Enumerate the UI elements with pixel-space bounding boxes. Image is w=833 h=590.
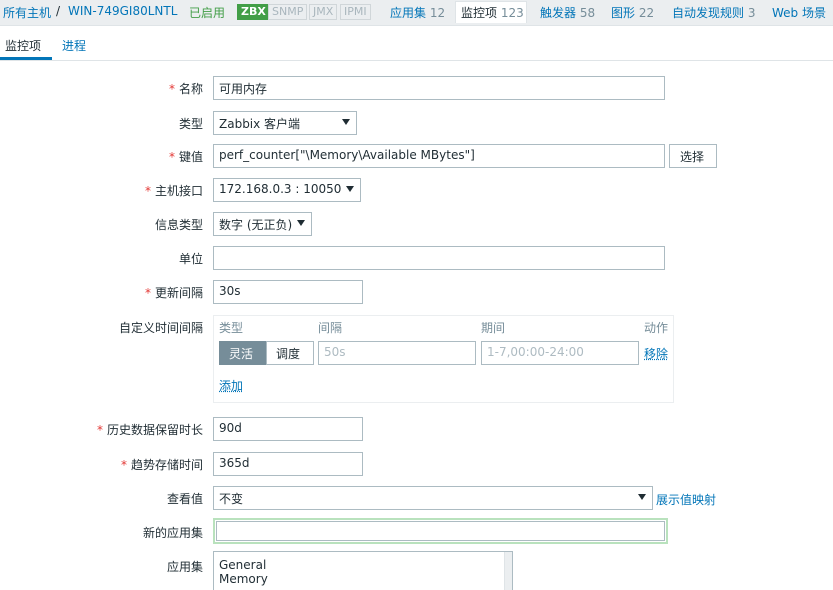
- host-navigation-bar: 所有主机 / WIN-749GI80LNTL 已启用 ZBX SNMP JMX …: [0, 0, 833, 26]
- chevron-down-icon: [638, 494, 646, 500]
- nav-applications[interactable]: 应用集 12: [390, 4, 445, 21]
- custom-interval-input[interactable]: 50s: [318, 341, 476, 365]
- tab-process[interactable]: 进程: [62, 37, 86, 54]
- scheduling-toggle[interactable]: 调度: [266, 341, 314, 365]
- applications-label: 应用集: [166, 560, 203, 574]
- type-label: 类型: [178, 117, 203, 131]
- flexible-toggle[interactable]: 灵活: [219, 341, 267, 365]
- host-status-enabled[interactable]: 已启用: [189, 4, 225, 21]
- tab-item[interactable]: 监控项: [5, 37, 41, 54]
- key-input[interactable]: perf_counter["\Memory\Available MBytes"]: [213, 144, 665, 168]
- name-label: * 名称: [168, 82, 203, 96]
- valuemap-label: 查看值: [166, 492, 203, 506]
- info-type-select[interactable]: 数字 (无正负): [213, 212, 312, 236]
- trends-input[interactable]: 365d: [213, 452, 363, 476]
- listbox-scrollbar[interactable]: [504, 552, 512, 590]
- nav-web-scenarios[interactable]: Web 场景: [772, 4, 826, 21]
- add-interval-link[interactable]: 添加: [219, 377, 243, 394]
- name-input[interactable]: 可用内存: [213, 76, 665, 100]
- history-label: * 历史数据保留时长: [96, 423, 203, 437]
- nav-graphs[interactable]: 图形 22: [611, 4, 654, 21]
- nav-triggers[interactable]: 触发器 58: [540, 4, 595, 21]
- chevron-down-icon: [297, 220, 305, 226]
- jmx-availability-badge: JMX: [309, 4, 338, 20]
- interface-label: * 主机接口: [144, 184, 203, 198]
- units-label: 单位: [178, 252, 203, 266]
- host-name-link[interactable]: WIN-749GI80LNTL: [68, 4, 177, 18]
- breadcrumb-separator: /: [56, 4, 61, 18]
- form-tabs: 监控项 进程: [0, 27, 833, 61]
- show-valuemap-link[interactable]: 展示值映射: [656, 491, 716, 508]
- remove-interval-link[interactable]: 移除: [644, 345, 668, 362]
- col-header-interval: 间隔: [318, 321, 343, 335]
- type-select[interactable]: Zabbix 客户端: [213, 111, 357, 135]
- nav-discovery-rules[interactable]: 自动发现规则 3: [672, 4, 755, 21]
- col-header-action: 动作: [644, 321, 669, 335]
- chevron-down-icon: [342, 119, 350, 125]
- update-interval-label: * 更新间隔: [144, 286, 203, 300]
- chevron-down-icon: [346, 186, 354, 192]
- history-input[interactable]: 90d: [213, 417, 363, 441]
- zbx-availability-badge: ZBX: [237, 4, 270, 20]
- info-type-label: 信息类型: [154, 218, 203, 232]
- valuemap-select[interactable]: 不变: [213, 486, 653, 510]
- custom-intervals-label: 自定义时间间隔: [118, 321, 203, 335]
- trends-label: * 趋势存储时间: [120, 458, 203, 472]
- col-header-type: 类型: [219, 321, 244, 335]
- ipmi-availability-badge: IPMI: [340, 4, 371, 20]
- new-application-input[interactable]: [213, 518, 668, 544]
- application-option[interactable]: Memory: [219, 572, 268, 586]
- nav-items[interactable]: 监控项 123: [461, 4, 524, 21]
- snmp-availability-badge: SNMP: [268, 4, 308, 20]
- custom-period-input[interactable]: 1-7,00:00-24:00: [481, 341, 639, 365]
- applications-listbox[interactable]: General Memory: [213, 551, 513, 590]
- units-input[interactable]: [213, 246, 665, 270]
- all-hosts-link[interactable]: 所有主机: [3, 4, 51, 21]
- application-option[interactable]: General: [219, 558, 266, 572]
- new-application-label: 新的应用集: [142, 526, 203, 540]
- col-header-period: 期间: [481, 321, 506, 335]
- key-label: * 键值: [168, 150, 203, 164]
- active-tab-underline: [0, 57, 52, 60]
- interface-select[interactable]: 172.168.0.3 : 10050: [213, 178, 361, 202]
- update-interval-input[interactable]: 30s: [213, 280, 363, 304]
- select-key-button[interactable]: 选择: [669, 144, 717, 168]
